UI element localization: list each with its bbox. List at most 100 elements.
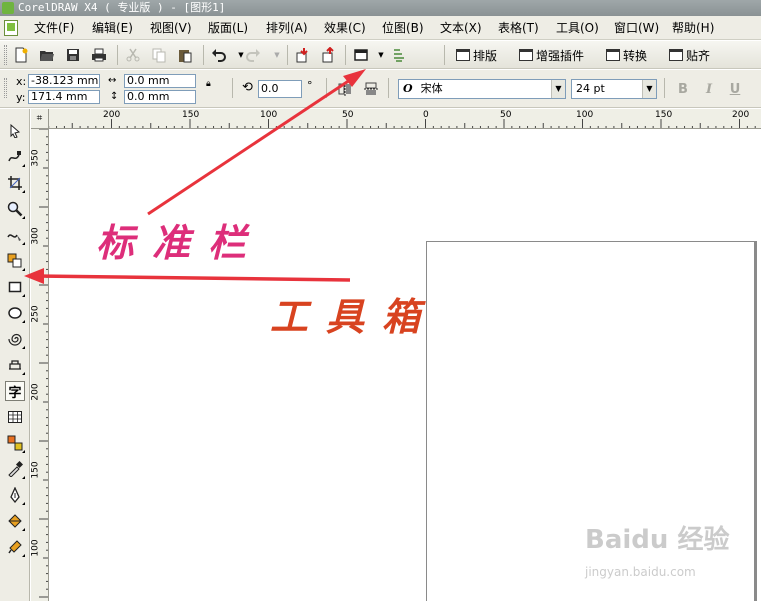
- ruler-label: 150: [31, 461, 41, 479]
- standard-bar-annotation: 标准栏: [96, 220, 265, 265]
- ruler-label: 50: [500, 110, 512, 120]
- menu-bitmaps[interactable]: 位图(B): [382, 21, 424, 35]
- typeset-button[interactable]: 排版: [456, 47, 497, 63]
- toolbar-separator: [203, 45, 204, 65]
- lock-ratio-icon[interactable]: 🔒︎: [206, 78, 211, 90]
- toolbar-grip[interactable]: [4, 45, 7, 65]
- title-bar: CorelDRAW X4 ( 专业版 ) - [图形1]: [0, 0, 761, 16]
- fill-tool-icon[interactable]: [5, 511, 25, 531]
- height-icon: ↕: [110, 91, 119, 102]
- undo-icon[interactable]: [210, 46, 228, 64]
- ellipse-tool-icon[interactable]: [5, 303, 25, 323]
- interactive-blend-tool-icon[interactable]: [5, 433, 25, 453]
- text-tool-icon[interactable]: 字: [5, 381, 25, 401]
- menu-text[interactable]: 文本(X): [440, 21, 482, 35]
- new-document-icon[interactable]: [12, 46, 30, 64]
- save-icon[interactable]: [64, 46, 82, 64]
- zoom-tool-icon[interactable]: [5, 199, 25, 219]
- menu-view[interactable]: 视图(V): [150, 21, 192, 35]
- propbar-grip[interactable]: [4, 78, 7, 98]
- menu-tools[interactable]: 工具(O): [556, 21, 599, 35]
- menu-bar: 文件(F) 编辑(E) 视图(V) 版面(L) 排列(A) 效果(C) 位图(B…: [0, 16, 761, 40]
- opentype-font-icon: O: [403, 82, 413, 95]
- ruler-label: 150: [655, 110, 673, 120]
- interactive-fill-tool-icon[interactable]: [5, 537, 25, 557]
- ruler-label: 300: [31, 227, 41, 245]
- horizontal-ruler[interactable]: 200 150 100 50 0 50 100 150 200: [31, 109, 761, 129]
- rotation-input[interactable]: 0.0: [258, 80, 302, 98]
- degree-label: °: [307, 79, 313, 92]
- y-position-input[interactable]: 171.4 mm: [28, 90, 100, 104]
- paste-icon[interactable]: [176, 46, 194, 64]
- freehand-tool-icon[interactable]: [5, 225, 25, 245]
- table-tool-icon[interactable]: [5, 407, 25, 427]
- app-launcher-dropdown-icon[interactable]: ▼: [372, 46, 390, 64]
- vertical-ruler[interactable]: 350 300 250 200 150 100: [31, 129, 49, 601]
- shape-tool-icon[interactable]: [5, 147, 25, 167]
- eyedropper-tool-icon[interactable]: [5, 459, 25, 479]
- rectangle-tool-icon[interactable]: [5, 277, 25, 297]
- menu-table[interactable]: 表格(T): [498, 21, 539, 35]
- print-icon[interactable]: [90, 46, 108, 64]
- crop-tool-icon[interactable]: [5, 173, 25, 193]
- mirror-horizontal-icon[interactable]: [336, 80, 354, 98]
- font-family-value: 宋体: [420, 82, 443, 95]
- ruler-label: 200: [732, 110, 750, 120]
- y-label: y:: [16, 91, 26, 104]
- italic-button[interactable]: I: [700, 80, 718, 98]
- width-input[interactable]: 0.0 mm: [124, 74, 196, 88]
- basic-shapes-tool-icon[interactable]: [5, 355, 25, 375]
- menu-layout[interactable]: 版面(L): [208, 21, 248, 35]
- ruler-label: 200: [103, 110, 121, 120]
- enhance-plugin-button[interactable]: 增强插件: [519, 47, 584, 63]
- chevron-down-icon[interactable]: ▼: [551, 80, 565, 98]
- x-position-input[interactable]: -38.123 mm: [28, 74, 100, 88]
- zoom-levels-icon[interactable]: [390, 46, 408, 64]
- underline-button[interactable]: U: [726, 80, 744, 98]
- ruler-label: 100: [260, 110, 278, 120]
- font-family-select[interactable]: O 宋体 ▼: [398, 79, 566, 99]
- smart-fill-tool-icon[interactable]: [5, 251, 25, 271]
- mirror-vertical-icon[interactable]: [362, 80, 380, 98]
- enhance-plugin-icon: [519, 49, 533, 61]
- document-icon[interactable]: [4, 20, 18, 36]
- menu-edit[interactable]: 编辑(E): [92, 21, 133, 35]
- open-icon[interactable]: [38, 46, 56, 64]
- menu-effects[interactable]: 效果(C): [324, 21, 366, 35]
- window-title: CorelDRAW X4 ( 专业版 ) - [图形1]: [18, 1, 226, 14]
- convert-button[interactable]: 转换: [606, 47, 647, 63]
- menu-help[interactable]: 帮助(H): [672, 21, 714, 35]
- baidu-watermark: Baidu 经验 jingyan.baidu.com: [585, 519, 730, 579]
- copy-icon[interactable]: [150, 46, 168, 64]
- menu-file[interactable]: 文件(F): [34, 21, 74, 35]
- horizontal-ruler-ticks: [32, 119, 756, 128]
- standard-toolbar: ▼ ▼ ▼ 排版 增强插件 转换 贴齐: [0, 41, 761, 69]
- app-launcher-icon[interactable]: [352, 46, 370, 64]
- redo-dropdown-icon[interactable]: ▼: [268, 46, 286, 64]
- snap-button[interactable]: 贴齐: [669, 47, 710, 63]
- font-size-value: 24 pt: [576, 82, 605, 95]
- watermark-main: Baidu 经验: [585, 525, 730, 555]
- outline-tool-icon[interactable]: [5, 485, 25, 505]
- pick-tool-icon[interactable]: [5, 121, 25, 141]
- ruler-label: 250: [31, 305, 41, 323]
- toolbar-separator: [388, 78, 389, 98]
- toolbar-separator: [664, 78, 665, 98]
- export-icon[interactable]: [320, 46, 338, 64]
- bold-button[interactable]: B: [674, 80, 692, 98]
- menu-window[interactable]: 窗口(W): [614, 21, 659, 35]
- x-label: x:: [16, 75, 27, 88]
- toolbar-separator: [117, 45, 118, 65]
- toolbar-separator: [287, 45, 288, 65]
- font-size-select[interactable]: 24 pt ▼: [571, 79, 657, 99]
- import-icon[interactable]: [294, 46, 312, 64]
- cut-icon[interactable]: [124, 46, 142, 64]
- rotation-icon: ⟲: [242, 80, 253, 95]
- spiral-tool-icon[interactable]: [5, 329, 25, 349]
- redo-icon[interactable]: [244, 46, 262, 64]
- typeset-label: 排版: [473, 48, 498, 63]
- chevron-down-icon[interactable]: ▼: [642, 80, 656, 98]
- ruler-origin[interactable]: ⌗: [31, 109, 49, 129]
- menu-arrange[interactable]: 排列(A): [266, 21, 308, 35]
- height-input[interactable]: 0.0 mm: [124, 90, 196, 104]
